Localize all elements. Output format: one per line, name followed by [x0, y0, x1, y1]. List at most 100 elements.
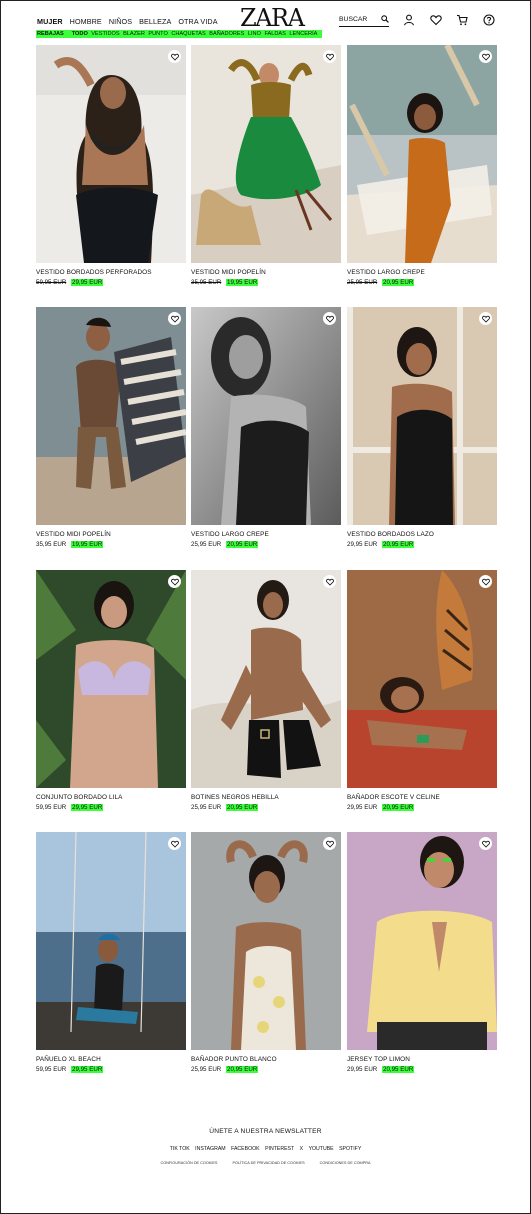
wishlist-button[interactable]: [168, 50, 181, 63]
product-photo[interactable]: [36, 307, 186, 525]
sale-price: 29,95 EUR: [71, 804, 104, 811]
product-name[interactable]: VESTIDO LARGO CREPE: [191, 531, 269, 538]
zara-logo[interactable]: ZARA: [240, 4, 305, 32]
product-photo[interactable]: [36, 45, 186, 263]
product-photo[interactable]: [191, 570, 341, 788]
product-card[interactable]: VESTIDO MIDI POPELÍN 35,95 EUR 19,95 EUR: [36, 307, 186, 548]
wishlist-button[interactable]: [323, 575, 336, 588]
search-field[interactable]: [339, 15, 389, 27]
purchase-conditions-link[interactable]: CONDICIONES DE COMPRA: [320, 1161, 371, 1165]
category-punto[interactable]: PUNTO: [148, 31, 167, 37]
product-card[interactable]: VESTIDO MIDI POPELÍN 35,95 EUR 19,95 EUR: [191, 45, 341, 286]
product-photo[interactable]: [36, 832, 186, 1050]
wishlist-button[interactable]: [168, 837, 181, 850]
product-photo[interactable]: [347, 307, 497, 525]
product-card[interactable]: CONJUNTO BORDADO LILA 59,95 EUR 29,95 EU…: [36, 570, 186, 811]
product-card[interactable]: JERSEY TOP LIMON 29,95 EUR 20,95 EUR: [347, 832, 497, 1073]
product-name[interactable]: VESTIDO BORDADOS PERFORADOS: [36, 269, 152, 276]
category-todo[interactable]: TODO: [72, 31, 88, 37]
category-vestidos[interactable]: VESTIDOS: [91, 31, 119, 37]
sale-price: 29,95 EUR: [71, 279, 104, 286]
category-faldas[interactable]: FALDAS: [264, 31, 285, 37]
social-spotify[interactable]: SPOTIFY: [339, 1146, 361, 1152]
product-name[interactable]: VESTIDO MIDI POPELÍN: [191, 269, 266, 276]
product-name[interactable]: BAÑADOR ESCOTE V CELINE: [347, 794, 440, 801]
heart-icon: [481, 578, 490, 586]
product-photo[interactable]: [191, 307, 341, 525]
sale-price: 20,95 EUR: [382, 1066, 415, 1073]
heart-icon: [481, 840, 490, 848]
original-price: 29,95 EUR: [347, 804, 378, 811]
product-photo[interactable]: [347, 45, 497, 263]
category-bar: REBAJAS TODO VESTIDOS BLAZER PUNTO CHAQU…: [36, 30, 322, 38]
product-photo[interactable]: [347, 832, 497, 1050]
social-pinterest[interactable]: PINTEREST: [265, 1146, 294, 1152]
wishlist-button[interactable]: [168, 312, 181, 325]
product-card[interactable]: VESTIDO LARGO CREPE 25,95 EUR 20,95 EUR: [191, 307, 341, 548]
product-photo[interactable]: [191, 45, 341, 263]
product-price: 59,95 EUR 29,95 EUR: [36, 279, 104, 286]
social-x[interactable]: X: [300, 1146, 303, 1152]
product-card[interactable]: PAÑUELO XL BEACH 59,95 EUR 29,95 EUR: [36, 832, 186, 1073]
cookie-policy-link[interactable]: POLÍTICA DE PRIVACIDAD DE COOKIES: [233, 1161, 305, 1165]
heart-icon: [481, 315, 490, 323]
category-banadores[interactable]: BAÑADORES: [209, 31, 244, 37]
nav-mujer[interactable]: MUJER: [37, 17, 63, 26]
nav-belleza[interactable]: BELLEZA: [139, 17, 171, 26]
sale-price: 19,95 EUR: [71, 541, 104, 548]
sale-label[interactable]: REBAJAS: [37, 31, 64, 37]
wishlist-button[interactable]: [479, 50, 492, 63]
product-price: 25,95 EUR 20,95 EUR: [347, 279, 415, 286]
product-name[interactable]: PAÑUELO XL BEACH: [36, 1056, 101, 1063]
product-name[interactable]: VESTIDO MIDI POPELÍN: [36, 531, 111, 538]
product-photo[interactable]: [347, 570, 497, 788]
original-price: 29,95 EUR: [347, 541, 378, 548]
user-icon[interactable]: [403, 14, 415, 26]
product-price: 29,95 EUR 20,95 EUR: [347, 804, 415, 811]
wishlist-button[interactable]: [323, 837, 336, 850]
product-name[interactable]: VESTIDO BORDADOS LAZO: [347, 531, 434, 538]
wishlist-button[interactable]: [323, 50, 336, 63]
wishlist-button[interactable]: [479, 837, 492, 850]
help-icon[interactable]: [483, 14, 495, 26]
product-card[interactable]: BAÑADOR ESCOTE V CELINE 29,95 EUR 20,95 …: [347, 570, 497, 811]
sale-price: 20,95 EUR: [226, 541, 259, 548]
heart-icon: [325, 578, 334, 586]
product-photo[interactable]: [191, 832, 341, 1050]
product-name[interactable]: BOTINES NEGROS HEBILLA: [191, 794, 279, 801]
social-instagram[interactable]: INSTAGRAM: [195, 1146, 225, 1152]
search-input[interactable]: [339, 16, 375, 23]
category-lino[interactable]: LINO: [248, 31, 261, 37]
category-lenceria[interactable]: LENCERÍA: [289, 31, 317, 37]
social-facebook[interactable]: FACEBOOK: [231, 1146, 260, 1152]
social-youtube[interactable]: YOUTUBE: [309, 1146, 334, 1152]
heart-icon[interactable]: [430, 14, 442, 26]
category-chaquetas[interactable]: CHAQUETAS: [171, 31, 205, 37]
product-card[interactable]: VESTIDO BORDADOS PERFORADOS 59,95 EUR 29…: [36, 45, 186, 286]
search-icon[interactable]: [381, 15, 389, 23]
newsletter-link[interactable]: ÚNETE A NUESTRA NEWSLATTER: [0, 1128, 531, 1135]
wishlist-button[interactable]: [479, 312, 492, 325]
original-price: 25,95 EUR: [191, 804, 222, 811]
product-card[interactable]: VESTIDO LARGO CREPE 25,95 EUR 20,95 EUR: [347, 45, 497, 286]
cookie-settings-link[interactable]: CONFIGURACIÓN DE COOKIES: [160, 1161, 217, 1165]
nav-ninos[interactable]: NIÑOS: [109, 17, 132, 26]
nav-otra-vida[interactable]: OTRA VIDA: [178, 17, 217, 26]
product-card[interactable]: VESTIDO BORDADOS LAZO 29,95 EUR 20,95 EU…: [347, 307, 497, 548]
product-photo[interactable]: [36, 570, 186, 788]
product-name[interactable]: JERSEY TOP LIMON: [347, 1056, 410, 1063]
cart-icon[interactable]: [456, 14, 468, 26]
wishlist-button[interactable]: [479, 575, 492, 588]
original-price: 25,95 EUR: [191, 1066, 222, 1073]
product-price: 25,95 EUR 20,95 EUR: [191, 1066, 259, 1073]
product-card[interactable]: BOTINES NEGROS HEBILLA 25,95 EUR 20,95 E…: [191, 570, 341, 811]
product-card[interactable]: BAÑADOR PUNTO BLANCO 25,95 EUR 20,95 EUR: [191, 832, 341, 1073]
category-blazer[interactable]: BLAZER: [123, 31, 145, 37]
social-tiktok[interactable]: TIK TOK: [170, 1146, 190, 1152]
product-name[interactable]: CONJUNTO BORDADO LILA: [36, 794, 123, 801]
wishlist-button[interactable]: [168, 575, 181, 588]
product-name[interactable]: VESTIDO LARGO CREPE: [347, 269, 425, 276]
wishlist-button[interactable]: [323, 312, 336, 325]
nav-hombre[interactable]: HOMBRE: [70, 17, 102, 26]
product-name[interactable]: BAÑADOR PUNTO BLANCO: [191, 1056, 277, 1063]
